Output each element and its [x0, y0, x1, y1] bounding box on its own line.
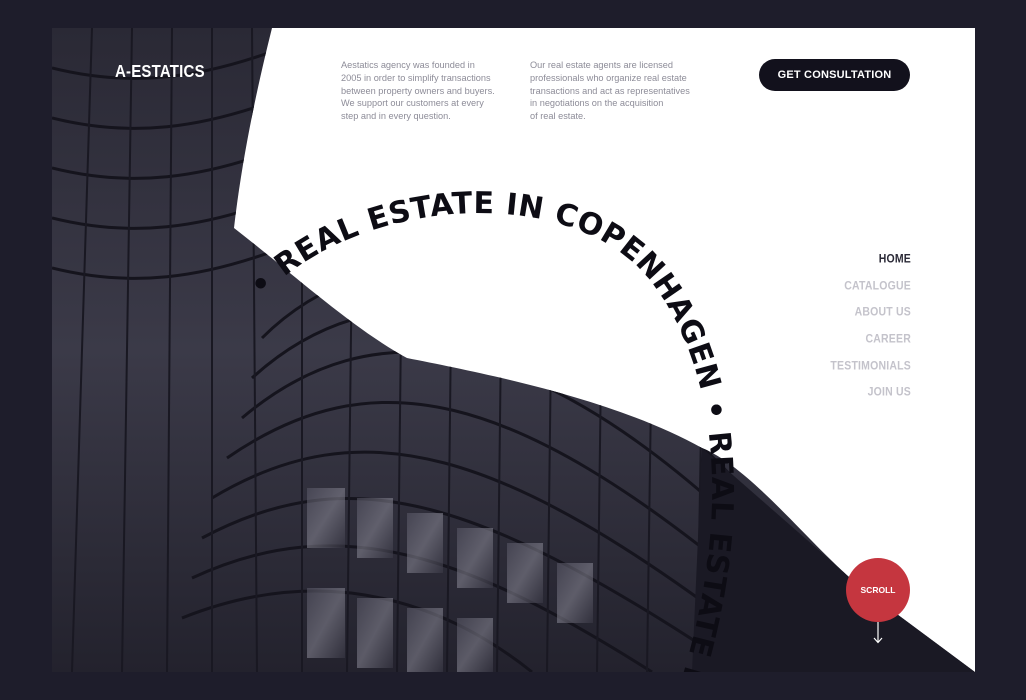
scroll-button[interactable]: SCROLL [846, 558, 910, 622]
nav-item-catalogue[interactable]: CATALOGUE [844, 279, 911, 292]
main-nav: HOME CATALOGUE ABOUT US CAREER TESTIMONI… [830, 252, 911, 399]
nav-item-career[interactable]: CAREER [865, 332, 911, 345]
arrow-down-icon [873, 622, 883, 644]
brand-logo[interactable]: A-ESTATICS [115, 62, 205, 82]
intro-blurb-left: Aestatics agency was founded in 2005 in … [341, 60, 495, 122]
scroll-label: SCROLL [860, 585, 896, 595]
nav-item-join-us[interactable]: JOIN US [868, 386, 911, 399]
get-consultation-button[interactable]: GET CONSULTATION [759, 59, 910, 91]
hero-frame: • REAL ESTATE IN COPENHAGEN • REAL ESTAT… [52, 28, 975, 672]
nav-item-testimonials[interactable]: TESTIMONIALS [830, 359, 911, 372]
nav-item-about-us[interactable]: ABOUT US [855, 306, 911, 319]
nav-item-home[interactable]: HOME [879, 252, 911, 265]
intro-blurb-right: Our real estate agents are licensed prof… [530, 60, 690, 122]
